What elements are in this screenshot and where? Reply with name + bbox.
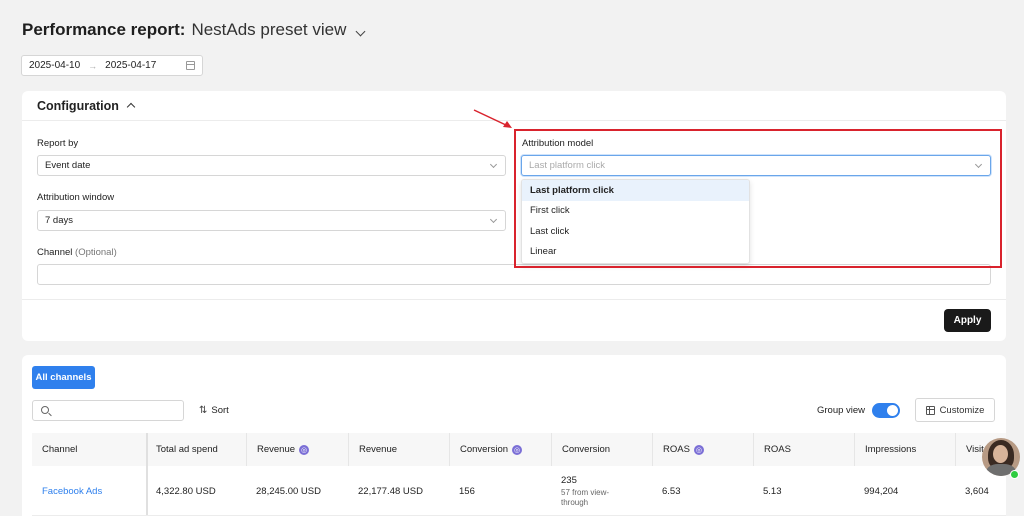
cell-channel-link[interactable]: Facebook Ads [32,466,146,516]
cell-roas: 5.13 [763,485,782,497]
date-range-picker[interactable]: 2025-04-10 → 2025-04-17 [21,55,203,76]
search-icon [41,406,49,414]
info-badge-icon: ◎ [693,444,704,455]
info-badge-icon: ◎ [299,444,310,455]
preset-view-selector[interactable]: NestAds preset view [191,20,366,40]
column-header-revenue-platform[interactable]: Revenue ◎ [246,433,348,466]
page-title: Performance report: NestAds preset view [22,20,366,40]
chevron-up-icon [126,102,136,112]
grid-icon [925,405,935,415]
column-header-conversion-platform[interactable]: Conversion ◎ [449,433,551,466]
date-start: 2025-04-10 [29,60,81,71]
column-label: Revenue [359,444,398,455]
customize-label: Customize [939,404,985,416]
column-label: ROAS [764,444,791,455]
column-header-roas[interactable]: ROAS [753,433,854,466]
column-label: Impressions [865,444,917,455]
tab-all-channels[interactable]: All channels [32,366,95,389]
column-header-total-ad-spend[interactable]: Total ad spend [146,433,246,466]
column-header-roas-platform[interactable]: ROAS ◎ [652,433,753,466]
cell-conversion-platform: 156 [459,485,475,497]
cell-revenue: 22,177.48 USD [358,485,423,497]
page-title-label: Performance report: [22,20,186,39]
cell-revenue-platform: 28,245.00 USD [256,485,321,497]
cell-impressions: 994,204 [864,485,899,497]
search-input[interactable] [32,400,184,421]
cell-roas-platform: 6.53 [662,485,681,497]
attribution-window-label: Attribution window [37,192,115,203]
column-label: Visit [966,444,984,455]
sort-button[interactable]: ⇅ Sort [199,405,229,416]
column-label: Revenue [257,444,296,455]
info-badge-icon: ◎ [512,444,523,455]
column-label: Total ad spend [156,444,218,455]
calendar-icon [186,61,195,70]
column-label: Channel [42,444,78,455]
channel-optional: (Optional) [75,247,117,258]
cell-conversion-value: 235 [561,474,577,486]
configuration-title: Configuration [37,98,119,113]
cell-conversion-subtext: 57 from view-through [561,487,610,507]
column-label: ROAS [663,444,690,455]
divider [22,299,1006,300]
chevron-down-icon [489,160,498,169]
report-by-value: Event date [45,160,91,171]
annotation-arrow-icon [473,109,512,128]
online-status-icon [1010,470,1019,479]
report-by-select[interactable]: Event date [37,155,506,176]
sort-label: Sort [211,405,229,416]
channel-label-text: Channel [37,247,73,258]
column-label: Conversion [460,444,509,455]
channel-label: Channel (Optional) [37,247,117,258]
group-view-label: Group view [817,405,866,416]
sort-icon: ⇅ [199,405,208,416]
column-header-revenue[interactable]: Revenue [348,433,449,466]
cell-conversion: 235 57 from view-through [551,466,631,516]
date-end: 2025-04-17 [105,60,157,71]
channels-table-panel: All channels ⇅ Sort Group view Customize… [22,355,1006,516]
attribution-window-value: 7 days [45,215,73,226]
report-by-label: Report by [37,138,79,149]
attribution-window-select[interactable]: 7 days [37,210,506,231]
group-view-toggle[interactable] [872,403,900,418]
avatar-face [993,445,1008,463]
column-label: Conversion [562,444,611,455]
table-row: Facebook Ads 4,322.80 USD 28,245.00 USD … [32,466,1006,516]
configuration-toggle[interactable]: Configuration [22,91,1006,121]
chevron-down-icon [489,215,498,224]
apply-button[interactable]: Apply [944,309,991,332]
cell-total-ad-spend: 4,322.80 USD [156,485,216,497]
customize-button[interactable]: Customize [915,398,995,422]
table-header: Channel Total ad spend Revenue ◎ Revenue … [32,433,1006,466]
column-header-impressions[interactable]: Impressions [854,433,955,466]
highlight-box [514,129,1002,268]
preset-view-label: NestAds preset view [191,20,347,39]
date-separator: → [88,60,98,71]
column-header-channel[interactable]: Channel [32,433,146,466]
column-header-conversion[interactable]: Conversion [551,433,652,466]
chevron-down-icon [355,26,366,37]
